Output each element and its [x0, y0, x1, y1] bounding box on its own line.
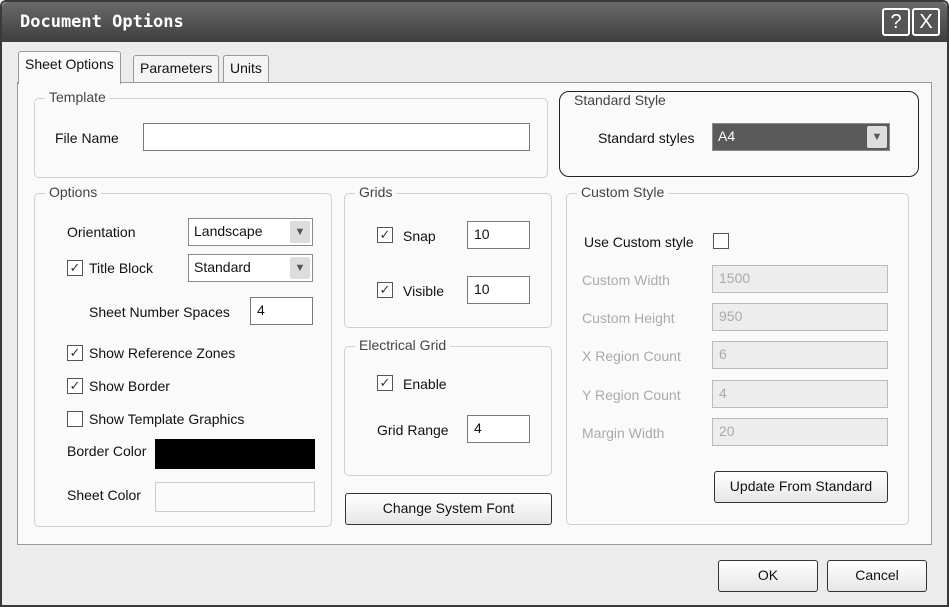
standard-style-group: Standard Style Standard styles A4 ▼	[559, 91, 919, 177]
use-custom-style-checkbox[interactable]	[713, 233, 729, 249]
y-region-count-label: Y Region Count	[582, 387, 681, 403]
use-custom-style-label: Use Custom style	[584, 234, 694, 250]
dialog-title: Document Options	[20, 12, 184, 32]
custom-width-label: Custom Width	[582, 272, 670, 288]
change-system-font-button[interactable]: Change System Font	[345, 493, 552, 525]
title-block-checkbox[interactable]: ✓	[67, 260, 83, 276]
sheet-number-spaces-input[interactable]: 4	[250, 297, 313, 325]
document-options-dialog: Document Options ? X Sheet Options Param…	[0, 0, 949, 607]
chevron-down-icon: ▼	[290, 221, 310, 243]
custom-style-legend: Custom Style	[577, 184, 669, 200]
grids-legend: Grids	[355, 184, 397, 200]
template-legend: Template	[45, 89, 110, 105]
tab-sheet-options[interactable]: Sheet Options	[18, 51, 121, 84]
sheet-number-spaces-label: Sheet Number Spaces	[89, 304, 230, 320]
x-region-count-input[interactable]: 6	[712, 341, 888, 369]
electrical-grid-legend: Electrical Grid	[355, 337, 451, 353]
options-legend: Options	[45, 184, 102, 200]
y-region-count-input[interactable]: 4	[712, 380, 888, 408]
show-border-label: Show Border	[89, 378, 170, 394]
orientation-value: Landscape	[194, 223, 263, 239]
title-block-select[interactable]: Standard ▼	[188, 254, 313, 282]
electrical-grid-group: Electrical Grid ✓ Enable Grid Range 4	[344, 337, 552, 476]
show-border-checkbox[interactable]: ✓	[67, 378, 83, 394]
x-region-count-label: X Region Count	[582, 348, 681, 364]
title-block-value: Standard	[194, 259, 251, 275]
enable-checkbox[interactable]: ✓	[377, 375, 393, 391]
margin-width-label: Margin Width	[582, 425, 665, 441]
cancel-button[interactable]: Cancel	[827, 560, 927, 592]
snap-label: Snap	[403, 228, 436, 244]
visible-checkbox[interactable]: ✓	[377, 282, 393, 298]
ok-button[interactable]: OK	[718, 560, 818, 592]
grid-range-input[interactable]: 4	[467, 415, 530, 443]
custom-height-label: Custom Height	[582, 310, 675, 326]
chevron-down-icon: ▼	[290, 257, 310, 279]
title-bar: Document Options ? X	[2, 2, 947, 42]
orientation-label: Orientation	[67, 224, 136, 240]
options-group: Options Orientation Landscape ▼ ✓ Title B…	[34, 184, 332, 527]
show-reference-zones-checkbox[interactable]: ✓	[67, 345, 83, 361]
tab-parameters[interactable]: Parameters	[133, 55, 220, 83]
grids-group: Grids ✓ Snap 10 ✓ Visible 10	[344, 184, 552, 328]
standard-style-legend: Standard Style	[570, 92, 670, 108]
standard-styles-value: A4	[718, 128, 736, 144]
custom-style-group: Custom Style Use Custom style Custom Wid…	[566, 184, 909, 525]
snap-checkbox[interactable]: ✓	[377, 227, 393, 243]
file-name-label: File Name	[55, 130, 119, 146]
show-template-graphics-checkbox[interactable]	[67, 411, 83, 427]
custom-height-input[interactable]: 950	[712, 303, 888, 331]
close-button[interactable]: X	[912, 8, 940, 36]
visible-input[interactable]: 10	[467, 276, 530, 304]
tab-units[interactable]: Units	[223, 55, 269, 83]
enable-label: Enable	[403, 376, 447, 392]
margin-width-input[interactable]: 20	[712, 418, 888, 446]
standard-styles-select[interactable]: A4 ▼	[712, 123, 890, 151]
show-reference-zones-label: Show Reference Zones	[89, 345, 236, 361]
border-color-label: Border Color	[67, 443, 147, 459]
visible-label: Visible	[403, 283, 444, 299]
standard-styles-label: Standard styles	[598, 130, 695, 146]
template-group: Template File Name	[34, 89, 548, 178]
orientation-select[interactable]: Landscape ▼	[188, 218, 313, 246]
sheet-color-swatch[interactable]	[155, 482, 315, 512]
sheet-color-label: Sheet Color	[67, 487, 141, 503]
custom-width-input[interactable]: 1500	[712, 265, 888, 293]
title-block-label: Title Block	[89, 260, 154, 276]
file-name-input[interactable]	[143, 123, 530, 151]
help-button[interactable]: ?	[882, 8, 910, 36]
show-template-graphics-label: Show Template Graphics	[89, 411, 245, 427]
snap-input[interactable]: 10	[467, 221, 530, 249]
grid-range-label: Grid Range	[377, 422, 449, 438]
update-from-standard-button[interactable]: Update From Standard	[714, 471, 888, 503]
border-color-swatch[interactable]	[155, 439, 315, 469]
sheet-options-panel: Template File Name Standard Style Standa…	[17, 82, 932, 545]
chevron-down-icon: ▼	[867, 126, 887, 148]
